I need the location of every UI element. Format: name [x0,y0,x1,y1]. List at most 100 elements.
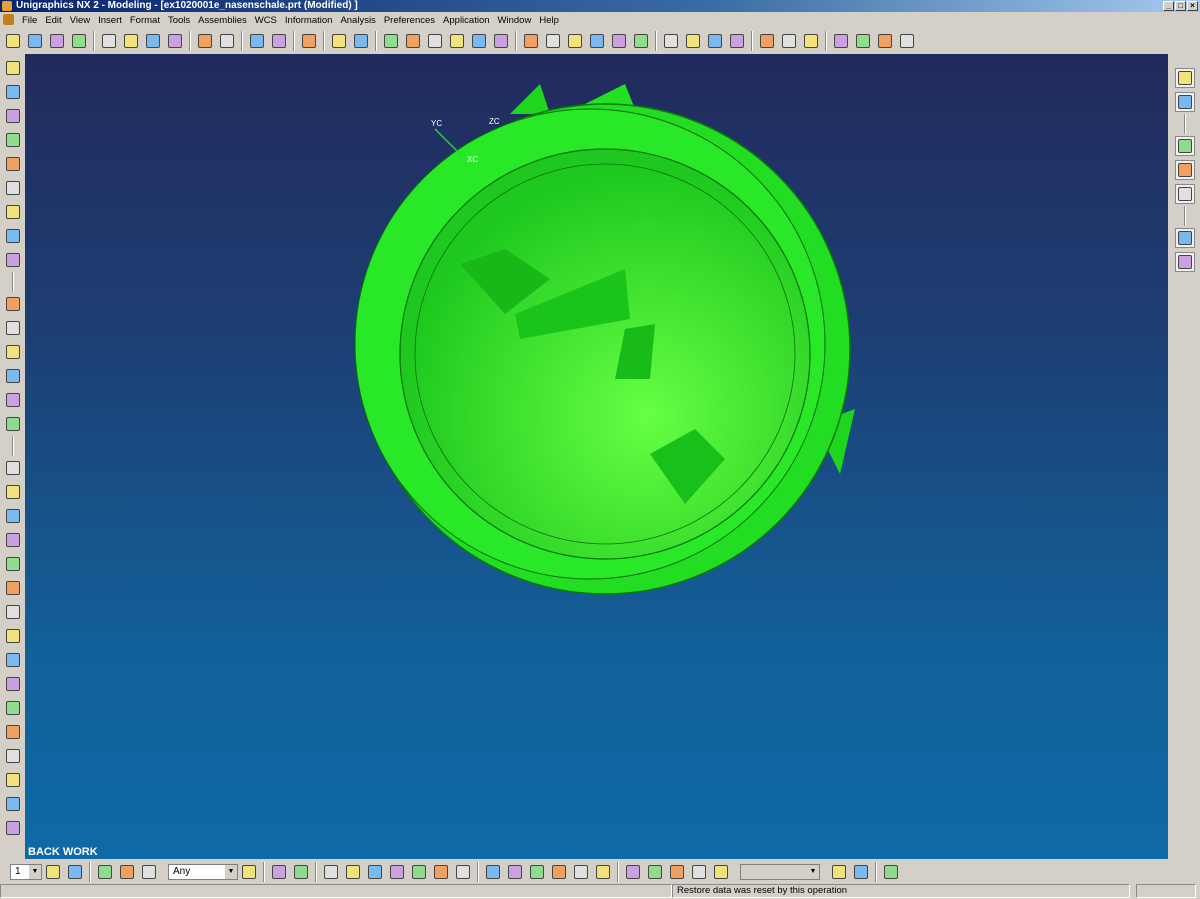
minimize-button[interactable]: _ [1163,1,1174,11]
subtract-icon[interactable] [3,722,23,742]
revolve-icon[interactable] [565,31,585,51]
save-icon[interactable] [47,31,67,51]
shaded-icon[interactable] [853,31,873,51]
body-icon[interactable] [3,482,23,502]
thicken-icon[interactable] [3,554,23,574]
point-icon[interactable] [381,31,401,51]
wireframe-icon[interactable] [831,31,851,51]
wireframe-box-icon[interactable] [139,862,159,882]
unite-icon[interactable] [3,698,23,718]
hole-icon[interactable] [3,130,23,150]
offset-icon[interactable] [3,506,23,526]
rectangle-icon[interactable] [491,31,511,51]
new-icon[interactable] [3,31,23,51]
chevron-down-icon[interactable]: ▼ [29,864,41,879]
circle-icon[interactable] [431,862,451,882]
extract-icon[interactable] [3,770,23,790]
bridge-icon[interactable] [727,31,747,51]
training-icon[interactable] [1175,160,1195,180]
history-icon[interactable] [1175,136,1195,156]
mirror-component-icon[interactable] [645,862,665,882]
undo-icon[interactable] [195,31,215,51]
menu-help[interactable]: Help [535,15,563,26]
close-button[interactable]: × [1187,1,1198,11]
pad-icon[interactable] [3,202,23,222]
cut-icon[interactable] [99,31,119,51]
rotate-component-icon[interactable] [549,862,569,882]
reset-filter-icon[interactable] [239,862,259,882]
menu-format[interactable]: Format [126,15,164,26]
cone-icon[interactable] [3,390,23,410]
cylinder-icon[interactable] [3,250,23,270]
reference-set-icon[interactable] [329,31,349,51]
plus-icon[interactable] [453,862,473,882]
curve-icon[interactable] [705,31,725,51]
color-icon[interactable] [875,31,895,51]
face-icon[interactable] [3,458,23,478]
menu-file[interactable]: File [18,15,41,26]
fea-icon[interactable] [269,862,289,882]
menu-insert[interactable]: Insert [94,15,126,26]
plus-point-icon[interactable] [447,31,467,51]
add-component-icon[interactable] [269,31,289,51]
menu-window[interactable]: Window [494,15,536,26]
chevron-down-icon[interactable]: ▼ [225,864,237,879]
ellipse-icon[interactable] [521,31,541,51]
boss-icon[interactable] [3,154,23,174]
menu-edit[interactable]: Edit [41,15,65,26]
copy-icon[interactable] [121,31,141,51]
reposition-icon[interactable] [667,862,687,882]
normal-icon[interactable] [387,862,407,882]
constraint-icon[interactable] [689,862,709,882]
sew-icon[interactable] [3,578,23,598]
menu-assemblies[interactable]: Assemblies [194,15,251,26]
clipboard-icon[interactable] [593,862,613,882]
slot-icon[interactable] [3,226,23,246]
menu-analysis[interactable]: Analysis [336,15,379,26]
link-icon[interactable] [851,862,871,882]
arc-icon[interactable] [403,31,423,51]
shell-icon[interactable] [3,342,23,362]
line-icon[interactable] [321,862,341,882]
trim-icon[interactable] [683,31,703,51]
trim-body-icon[interactable] [3,530,23,550]
promote-icon[interactable] [3,794,23,814]
assembly-icon[interactable] [247,31,267,51]
menu-tools[interactable]: Tools [164,15,194,26]
point-set-icon[interactable] [469,31,489,51]
inspect-icon[interactable] [661,31,681,51]
component-icon[interactable] [527,862,547,882]
sweep-icon[interactable] [587,31,607,51]
menu-wcs[interactable]: WCS [251,15,281,26]
mirror-icon[interactable] [609,31,629,51]
repeat-command-icon[interactable] [217,31,237,51]
paste-icon[interactable] [143,31,163,51]
pan-icon[interactable] [801,31,821,51]
part-family-icon[interactable] [829,862,849,882]
feature-icon[interactable] [3,106,23,126]
intersect-icon[interactable] [3,746,23,766]
menu-preferences[interactable]: Preferences [380,15,439,26]
chamfer-icon[interactable] [3,318,23,338]
load-part-icon[interactable] [299,31,319,51]
wrap-icon[interactable] [3,818,23,838]
rotate-icon[interactable] [779,31,799,51]
selection-filter-select[interactable]: Any ▼ [168,863,238,880]
graphics-viewport[interactable]: YC ZC XC BACK WORK [25,54,1168,859]
datum-icon[interactable] [3,82,23,102]
menu-information[interactable]: Information [281,15,337,26]
select-icon[interactable] [117,862,137,882]
sphere-icon[interactable] [3,414,23,434]
section-icon[interactable] [3,626,23,646]
thread-icon[interactable] [3,650,23,670]
open-icon[interactable] [25,31,45,51]
sketch-icon[interactable] [3,58,23,78]
line2-icon[interactable] [343,862,363,882]
instance-icon[interactable] [3,674,23,694]
unload-icon[interactable] [351,31,371,51]
layer-icon[interactable] [897,31,917,51]
curve-end-icon[interactable] [365,862,385,882]
menu-view[interactable]: View [66,15,94,26]
draft-icon[interactable] [631,31,651,51]
layer-settings-icon[interactable] [43,862,63,882]
